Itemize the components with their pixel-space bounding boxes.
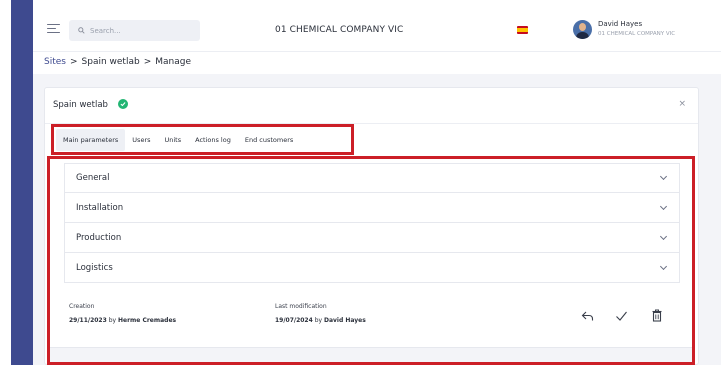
section-label: General [76, 173, 110, 183]
section-label: Installation [76, 202, 124, 213]
creation-date: 29/11/2023 [69, 317, 107, 324]
sections-accordion: General Installation Production Logistic… [64, 163, 680, 283]
section-installation[interactable]: Installation [64, 193, 680, 223]
breadcrumb-manage: Manage [155, 57, 191, 67]
spain-flag-icon[interactable] [517, 26, 528, 34]
user-name[interactable]: David Hayes [598, 20, 642, 28]
search-icon [78, 27, 85, 34]
modification-value: 19/07/2024 by David Hayes [275, 317, 366, 324]
section-label: Production [76, 232, 122, 243]
chevron-down-icon [659, 262, 668, 270]
creation-value: 29/11/2023 by Herme Cremades [69, 317, 176, 324]
tab-users[interactable]: Users [125, 129, 157, 151]
hamburger-menu-icon[interactable] [47, 24, 60, 34]
tab-end-customers[interactable]: End customers [238, 129, 300, 151]
section-production[interactable]: Production [64, 223, 680, 253]
sidebar [11, 0, 33, 365]
top-bar: 01 CHEMICAL COMPANY VIC David Hayes 01 C… [33, 0, 721, 52]
user-company: 01 CHEMICAL COMPANY VIC [598, 31, 676, 37]
chevron-down-icon [659, 172, 668, 181]
check-icon[interactable] [615, 307, 628, 326]
breadcrumb: Sites > Spain wetlab > Manage [44, 57, 191, 67]
section-general[interactable]: General [64, 163, 680, 193]
section-logistics[interactable]: Logistics [64, 253, 680, 283]
card-header: Spain wetlab × [45, 88, 698, 124]
creation-author: Herme Cremades [117, 317, 177, 324]
breadcrumb-separator: > [69, 57, 78, 67]
chevron-down-icon [659, 232, 668, 240]
search-box[interactable] [69, 20, 200, 41]
undo-icon[interactable] [581, 307, 594, 326]
panel-footer-strip [50, 347, 692, 362]
modification-label: Last modification [275, 303, 327, 310]
tab-bar: Main parameters Users Units Actions log … [56, 129, 301, 151]
modification-author: David Hayes [323, 317, 366, 324]
trash-icon[interactable] [651, 307, 663, 326]
tab-main-parameters[interactable]: Main parameters [56, 129, 126, 151]
chevron-down-icon [659, 202, 668, 210]
tab-units[interactable]: Units [158, 129, 189, 151]
section-label: Logistics [76, 262, 113, 273]
breadcrumb-spain-wetlab[interactable]: Spain wetlab [82, 57, 140, 67]
left-margin [0, 0, 11, 365]
company-title: 01 CHEMICAL COMPANY VIC [275, 25, 404, 35]
check-circle-icon [118, 99, 128, 109]
search-input[interactable] [90, 26, 190, 35]
user-avatar[interactable] [573, 20, 592, 39]
creation-by: by [108, 317, 117, 324]
card-title: Spain wetlab [53, 100, 108, 110]
modification-by: by [314, 317, 323, 324]
close-icon[interactable]: × [678, 99, 686, 109]
tab-actions-log[interactable]: Actions log [188, 129, 238, 151]
breadcrumb-sites[interactable]: Sites [44, 57, 66, 67]
modification-date: 19/07/2024 [275, 317, 313, 324]
creation-label: Creation [69, 303, 95, 310]
breadcrumb-separator: > [143, 57, 152, 67]
